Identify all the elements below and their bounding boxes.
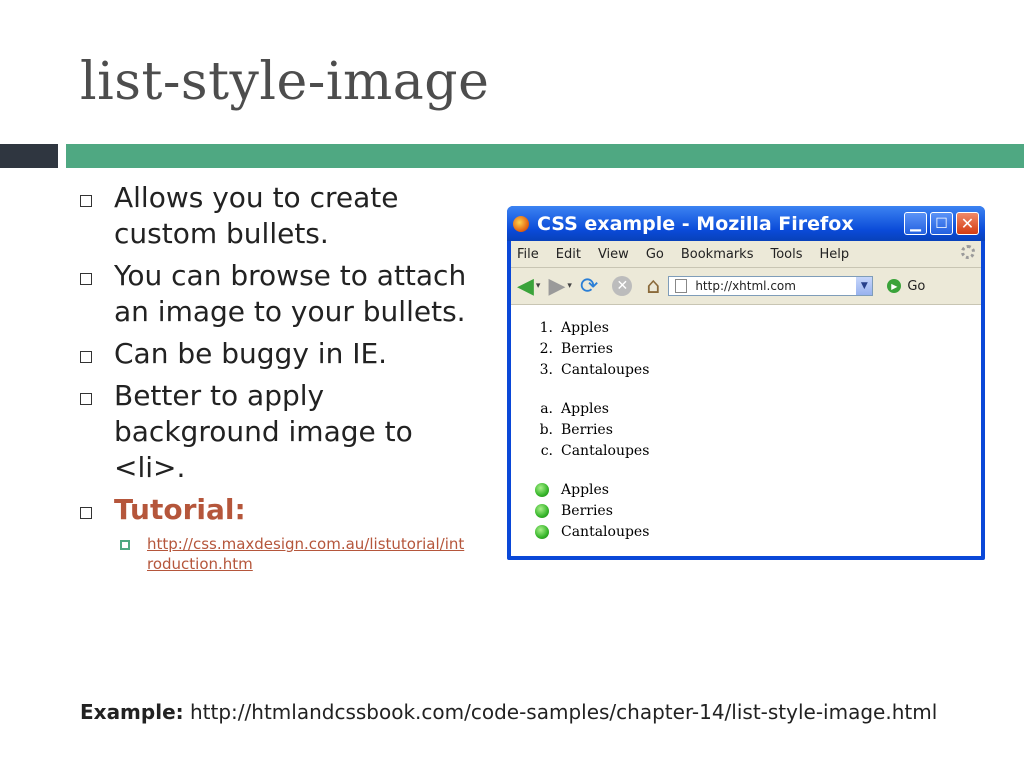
header-bar-dark <box>0 144 58 168</box>
close-icon[interactable]: ✕ <box>956 212 979 235</box>
list-item-text: Berries <box>561 502 613 519</box>
bullet-item: Better to apply background image to <li>… <box>80 378 480 486</box>
green-ball-icon <box>535 503 549 518</box>
list-item-text: Berries <box>561 340 613 357</box>
browser-body: File Edit View Go Bookmarks Tools Help ◀… <box>511 241 981 556</box>
home-icon[interactable]: ⌂ <box>646 274 660 299</box>
page-content: 1. Apples 2. Berries 3. Cantaloupes a. Apple… <box>511 305 981 556</box>
tutorial-link[interactable]: http://css.maxdesign.com.au/listutorial/… <box>147 534 469 574</box>
list-item-text: Cantaloupes <box>561 361 650 378</box>
window-controls: ▁ ☐ ✕ <box>901 212 979 235</box>
list-marker: 3. <box>539 361 553 378</box>
example-label: Example: <box>80 700 184 724</box>
green-ball-icon <box>535 524 549 539</box>
slide-title: list-style-image <box>80 52 490 112</box>
bullet-box-icon <box>80 273 92 285</box>
window-title: CSS example - Mozilla Firefox <box>537 212 854 235</box>
back-arrow-icon[interactable]: ◀ <box>517 274 534 299</box>
list-item: b. Berries <box>529 419 981 440</box>
list-marker: b. <box>539 421 553 438</box>
list-item: c. Cantaloupes <box>529 440 981 461</box>
image-list: Apples Berries Cantaloupes <box>529 479 981 542</box>
list-marker: a. <box>540 400 553 417</box>
list-item-text: Cantaloupes <box>561 523 650 540</box>
decimal-list: 1. Apples 2. Berries 3. Cantaloupes <box>529 317 981 380</box>
bullet-box-icon <box>80 393 92 405</box>
bullet-item: Allows you to create custom bullets. <box>80 180 480 252</box>
go-icon: ▶ <box>887 279 902 293</box>
list-marker: 1. <box>539 319 553 336</box>
tutorial-label: Tutorial: <box>114 493 246 526</box>
bullet-box-icon <box>80 507 92 519</box>
list-item: 2. Berries <box>529 338 981 359</box>
menu-help[interactable]: Help <box>820 247 850 262</box>
menu-file[interactable]: File <box>517 247 539 262</box>
list-item-text: Cantaloupes <box>561 442 650 459</box>
maximize-icon[interactable]: ☐ <box>930 212 953 235</box>
firefox-icon <box>513 215 529 232</box>
header-bar-green <box>66 144 1024 168</box>
bullet-item: Can be buggy in IE. <box>80 336 480 372</box>
list-item-text: Berries <box>561 421 613 438</box>
list-marker: c. <box>540 442 553 459</box>
green-ball-icon <box>535 482 549 497</box>
bullet-text: Allows you to create custom bullets. <box>114 181 399 250</box>
example-url[interactable]: http://htmlandcssbook.com/code-samples/c… <box>190 700 937 724</box>
list-item: Apples <box>529 479 981 500</box>
bullet-text: You can browse to attach an image to you… <box>114 259 467 328</box>
url-dropdown-icon[interactable]: ▼ <box>856 277 873 295</box>
navigation-toolbar: ◀ ▾ ▶ ▾ ⟳ ✕ ⌂ http://xhtml.com ▼ ▶ Go <box>511 268 981 305</box>
window-titlebar[interactable]: CSS example - Mozilla Firefox ▁ ☐ ✕ <box>507 206 985 241</box>
alpha-list: a. Apples b. Berries c. Cantaloupes <box>529 398 981 461</box>
url-text: http://xhtml.com <box>695 279 796 293</box>
menu-view[interactable]: View <box>598 247 629 262</box>
list-item-text: Apples <box>561 319 609 336</box>
bullet-text: Better to apply background image to <li>… <box>114 379 413 484</box>
throbber-icon <box>961 245 975 259</box>
bullet-box-icon <box>80 351 92 363</box>
bullet-text: Can be buggy in IE. <box>114 337 388 370</box>
go-label: Go <box>907 278 926 294</box>
example-line: Example: http://htmlandcssbook.com/code-… <box>80 700 937 724</box>
list-item-text: Apples <box>561 400 609 417</box>
sub-bullet-item: http://css.maxdesign.com.au/listutorial/… <box>120 534 480 574</box>
forward-arrow-icon[interactable]: ▶ <box>548 274 565 299</box>
list-item-text: Apples <box>561 481 609 498</box>
bullet-box-icon <box>80 195 92 207</box>
list-item: Berries <box>529 500 981 521</box>
reload-icon[interactable]: ⟳ <box>580 274 598 299</box>
page-icon <box>675 279 688 293</box>
go-button[interactable]: ▶ Go <box>887 279 925 294</box>
bullet-item: You can browse to attach an image to you… <box>80 258 480 330</box>
stop-icon[interactable]: ✕ <box>612 276 633 296</box>
bullet-list: Allows you to create custom bullets. You… <box>80 180 480 574</box>
back-dropdown-icon[interactable]: ▾ <box>536 281 541 291</box>
list-item: a. Apples <box>529 398 981 419</box>
menu-tools[interactable]: Tools <box>770 247 802 262</box>
menu-go[interactable]: Go <box>646 247 664 262</box>
forward-dropdown-icon[interactable]: ▾ <box>567 281 572 291</box>
minimize-icon[interactable]: ▁ <box>904 212 927 235</box>
menu-edit[interactable]: Edit <box>556 247 581 262</box>
list-marker: 2. <box>539 340 553 357</box>
list-item: Cantaloupes <box>529 521 981 542</box>
menu-bookmarks[interactable]: Bookmarks <box>681 247 754 262</box>
bullet-item-tutorial: Tutorial: <box>80 492 480 528</box>
firefox-window: CSS example - Mozilla Firefox ▁ ☐ ✕ File… <box>507 206 985 560</box>
url-bar[interactable]: http://xhtml.com ▼ <box>668 276 874 296</box>
list-item: 1. Apples <box>529 317 981 338</box>
menu-bar: File Edit View Go Bookmarks Tools Help <box>511 241 981 268</box>
sub-bullet-icon <box>120 540 130 550</box>
list-item: 3. Cantaloupes <box>529 359 981 380</box>
